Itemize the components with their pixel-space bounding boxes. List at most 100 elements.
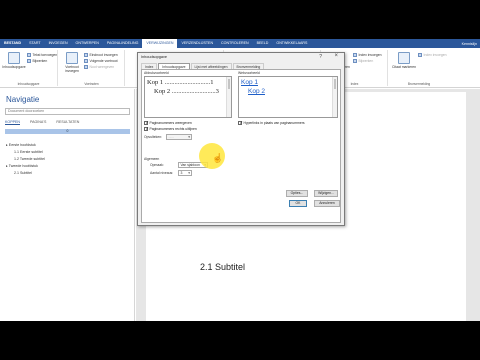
tab-controleren[interactable]: CONTROLEREN	[217, 39, 253, 48]
tab-ontwikkelaars[interactable]: ONTWIKKELAARS	[272, 39, 311, 48]
tab-leader-select[interactable]: ......	[166, 134, 192, 140]
group-label-authorities: Bronvermelding	[407, 82, 431, 86]
use-hyperlinks-checkbox[interactable]: Hyperlinks in plaats van paginanummers	[238, 120, 305, 126]
dialog-title: Inhoudsopgave	[141, 55, 167, 59]
navigation-pane: Navigatie Document doorzoeken KOPPEN PAG…	[0, 89, 135, 321]
add-text-button[interactable]: Tekst toevoegen	[27, 53, 57, 57]
tab-verzendlijsten[interactable]: VERZENDLIJSTEN	[177, 39, 217, 48]
add-text-label: Tekst toevoegen	[32, 53, 58, 57]
insert-endnote-button[interactable]: Eindnoot invoegen	[84, 53, 118, 57]
print-preview-label: Afdrukvoorbeeld	[144, 71, 169, 75]
navigation-search-input[interactable]: Document doorzoeken	[5, 108, 130, 115]
toc-button[interactable]: Inhoudsopgave	[1, 52, 27, 69]
show-notes-button[interactable]: Noot weergeven	[84, 65, 114, 69]
tab-beeld[interactable]: BEELD	[253, 39, 273, 48]
print-preview-scrollbar[interactable]	[226, 77, 231, 117]
navigation-title: Navigatie	[6, 95, 40, 104]
heading-tree: ▸ Eerste hoofdstuk 1.1 Eerste subtitel 1…	[6, 142, 45, 177]
next-footnote-button[interactable]: Volgende voetnoot	[84, 59, 118, 63]
show-notes-icon	[84, 65, 88, 69]
modify-button[interactable]: Wijzigen...	[314, 190, 338, 197]
tab-ontwerpen[interactable]: ONTWERPEN	[72, 39, 103, 48]
toc-icon	[8, 52, 20, 64]
mark-citation-icon	[398, 52, 410, 64]
index-icon	[353, 53, 357, 57]
general-section-label: Algemeen	[144, 157, 160, 161]
help-icon[interactable]: ?	[319, 54, 322, 60]
insert-index-label: Index invoegen	[358, 53, 382, 57]
insert-endnote-label: Eindnoot invoegen	[89, 53, 118, 57]
tab-invoegen[interactable]: INVOEGEN	[45, 39, 72, 48]
heading-item[interactable]: ▸ Eerste hoofdstuk	[6, 142, 45, 149]
group-footnotes: Voetnoot invoegen Eindnoot invoegen Volg…	[59, 50, 125, 86]
insert-index-button[interactable]: Index invoegen	[353, 53, 382, 57]
levels-spinner[interactable]: 3	[178, 170, 192, 176]
toc-button-label: Inhoudsopgave	[2, 65, 26, 69]
mark-citation-label: Citaat markeren	[391, 65, 417, 69]
formats-label: Opmaak:	[150, 163, 164, 167]
options-button[interactable]: Opties...	[286, 190, 308, 197]
web-preview-scrollbar[interactable]	[332, 77, 337, 117]
add-text-icon	[27, 53, 31, 57]
update-table-label: Bijwerken	[32, 59, 48, 63]
endnote-icon	[84, 53, 88, 57]
tab-start[interactable]: START	[25, 39, 44, 48]
right-align-label: Paginanummers rechts uitlijnen	[149, 127, 197, 131]
insert-authorities-label: Index invoegen	[423, 53, 447, 57]
next-footnote-icon	[84, 59, 88, 63]
web-preview-box: Kop 1 Kop 2	[238, 76, 338, 118]
print-preview-line-2: Kop 2 ...........................3	[154, 88, 219, 95]
show-notes-label: Noot weergeven	[89, 65, 115, 69]
nav-tab-paginas[interactable]: PAGINA'S	[30, 120, 46, 125]
print-preview-box: Kop 1 ............................1 Kop …	[144, 76, 232, 118]
levels-label: Aantal niveaus:	[150, 171, 174, 175]
nav-tab-koppen[interactable]: KOPPEN	[5, 120, 20, 125]
update-index-label: Bijwerken	[358, 59, 374, 63]
insert-authorities-button[interactable]: Index invoegen	[418, 53, 447, 57]
authorities-icon	[418, 53, 422, 57]
heading-item[interactable]: ▸ Tweede hoofdstuk	[6, 163, 45, 170]
cancel-button[interactable]: Annuleren	[314, 200, 340, 207]
ok-button[interactable]: OK	[289, 200, 307, 207]
nav-tab-resultaten[interactable]: RESULTATEN	[56, 120, 79, 125]
heading-item[interactable]: 2.1 Subtitel	[6, 170, 45, 177]
ribbon-tab-bar: BESTAND START INVOEGEN ONTWERPEN PAGINA-…	[0, 39, 480, 48]
mouse-cursor-icon: ☝	[212, 153, 224, 163]
refresh-icon	[353, 59, 357, 63]
refresh-icon	[27, 59, 31, 63]
checkbox-checked-icon	[144, 126, 149, 132]
group-label-footnotes: Voetnoten	[84, 82, 99, 86]
dialog-body: Afdrukvoorbeeld Kop 1 ..................…	[141, 69, 341, 223]
checkbox-checked-icon	[238, 120, 243, 126]
show-page-numbers-label: Paginanummers weergeven	[149, 121, 192, 125]
web-preview-link-1: Kop 1	[241, 79, 258, 86]
show-page-numbers-checkbox[interactable]: Paginanummers weergeven	[144, 120, 192, 126]
web-preview-link-2: Kop 2	[248, 88, 265, 95]
group-label-toc: Inhoudsopgave	[17, 82, 40, 86]
toc-dialog: Inhoudsopgave ? × Index Inhoudsopgave Li…	[137, 52, 345, 226]
update-index-button[interactable]: Bijwerken	[353, 59, 373, 63]
checkbox-checked-icon	[144, 120, 149, 126]
update-table-button[interactable]: Bijwerken	[27, 59, 47, 63]
navigation-tabs: KOPPEN PAGINA'S RESULTATEN	[5, 120, 79, 125]
mark-citation-button[interactable]: Citaat markeren	[391, 52, 417, 69]
navigation-scroll-bar[interactable]: 0	[5, 129, 130, 134]
insert-footnote-button[interactable]: Voetnoot invoegen	[59, 52, 85, 73]
insert-footnote-label: Voetnoot invoegen	[65, 65, 79, 73]
heading-item[interactable]: 1.2 Tweede subtitel	[6, 156, 45, 163]
tab-bestand[interactable]: BESTAND	[0, 39, 26, 48]
use-hyperlinks-label: Hyperlinks in plaats van paginanummers	[243, 121, 305, 125]
print-preview-line-1: Kop 1 ............................1	[147, 79, 214, 86]
group-toc: Inhoudsopgave Tekst toevoegen Bijwerken …	[0, 50, 58, 86]
tab-leader-label: Opvulteken:	[144, 135, 163, 139]
tab-verwijzingen[interactable]: VERWIJZINGEN	[142, 39, 178, 48]
right-align-checkbox[interactable]: Paginanummers rechts uitlijnen	[144, 126, 197, 132]
document-heading-text[interactable]: 2.1 Subtitel	[200, 262, 245, 272]
close-icon[interactable]: ×	[334, 53, 338, 59]
group-authorities: Citaat markeren Index invoegen Bronverme…	[389, 50, 449, 86]
heading-item[interactable]: 1.1 Eerste subtitel	[6, 149, 45, 156]
tab-pagina-indeling[interactable]: PAGINA-INDELING	[103, 39, 142, 48]
footnote-icon	[66, 52, 78, 64]
next-footnote-label: Volgende voetnoot	[89, 59, 118, 63]
user-name[interactable]: Kennislijn	[462, 42, 480, 46]
